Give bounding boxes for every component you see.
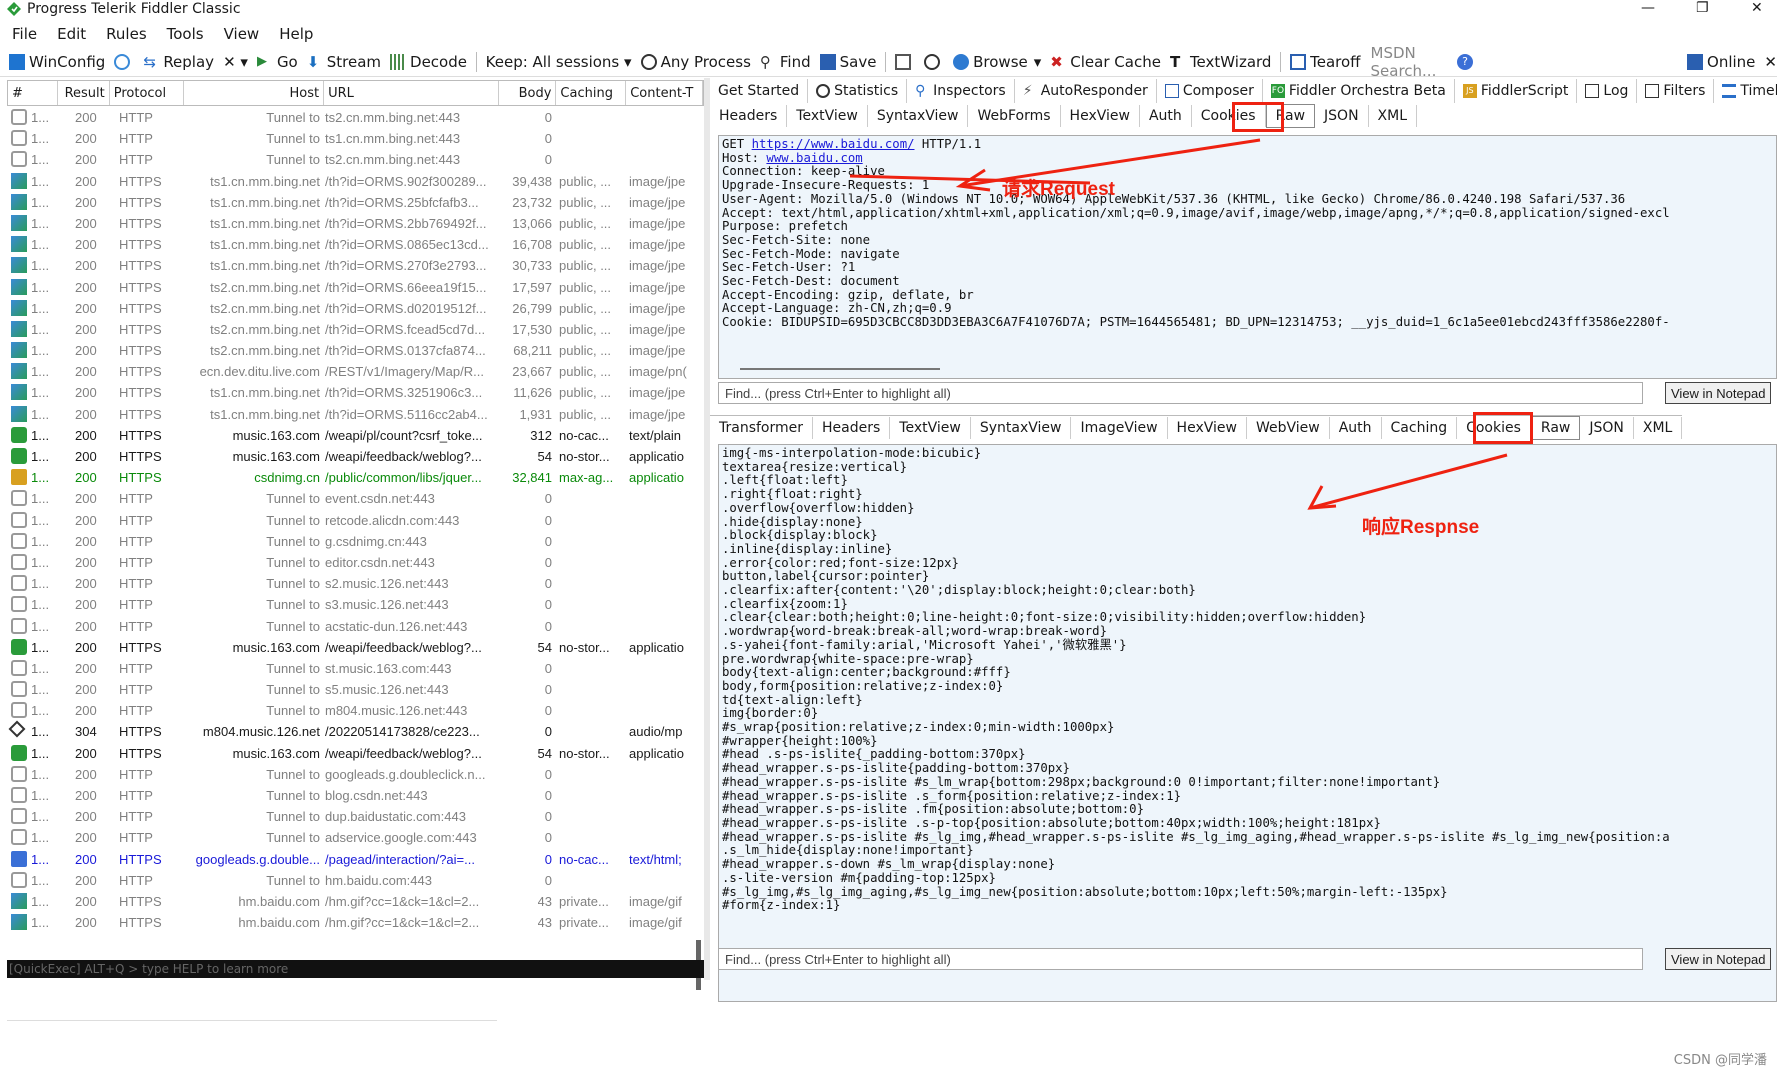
watermark-credit: CSDN @同学潘 — [1673, 1053, 1767, 1068]
request-underline — [849, 174, 1091, 185]
annotation-arrows — [849, 138, 1508, 510]
fiddler-window: Progress Telerik Fiddler Classic — ❐ ✕ F… — [0, 0, 1777, 1074]
response-arrow — [1309, 453, 1508, 510]
